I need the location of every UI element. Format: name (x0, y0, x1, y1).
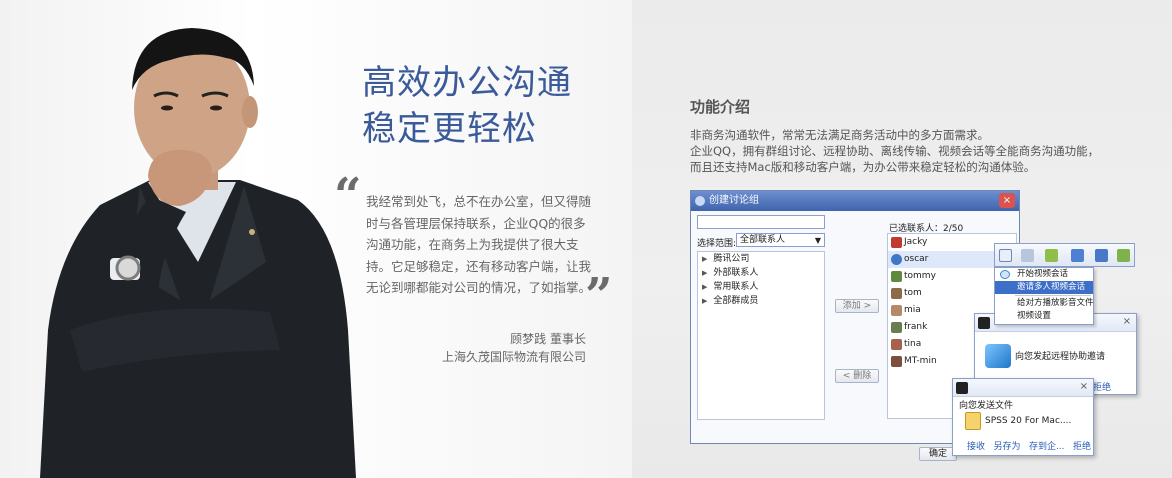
features-panel: 功能介绍 非商务沟通软件，常常无法满足商务活动中的多方面需求。 企业QQ，拥有群… (632, 0, 1172, 478)
zip-file-icon (965, 412, 981, 430)
microphone-icon[interactable] (1021, 249, 1034, 262)
menu-item-video-settings[interactable]: 视频设置 (995, 310, 1093, 323)
menu-item-multi-video[interactable]: 邀请多人视频会话 (995, 281, 1093, 294)
menu-item-play-media[interactable]: 给对方播放影音文件 (995, 297, 1094, 310)
remote-assist-icon (985, 344, 1011, 368)
file-actions: 接收 另存为 存到企... 拒绝 (967, 439, 1091, 452)
avatar (891, 305, 902, 316)
triangle-right-icon: ▶ (702, 297, 708, 305)
file-transfer-popup: × 向您发送文件 SPSS 20 For Mac.... 接收 另存为 存到企.… (952, 378, 1094, 456)
video-chat-icon (1000, 270, 1010, 279)
save-as-link[interactable]: 另存为 (993, 439, 1020, 452)
tree-item[interactable]: ▶ 腾讯公司 (698, 252, 824, 266)
author-company: 上海久茂国际物流有限公司 (441, 350, 586, 364)
features-desc-line-2: 企业QQ，拥有群组讨论、远程协助、离线传输、视频会话等全能商务沟通功能，而且还支… (690, 144, 1100, 174)
triangle-right-icon: ▶ (702, 283, 708, 291)
close-button[interactable]: × (999, 193, 1015, 208)
folder-icon[interactable] (1045, 249, 1058, 262)
avatar (891, 356, 902, 367)
receive-link[interactable]: 接收 (967, 439, 985, 452)
dialog-titlebar: 创建讨论组 × (691, 191, 1019, 211)
scope-label: 选择范围: (697, 239, 737, 249)
mail-icon[interactable] (1095, 249, 1108, 262)
contact-tree: ▶ 腾讯公司 ▶ 外部联系人 ▶ 常用联系人 ▶ 全部群成员 (697, 251, 825, 420)
tree-item[interactable]: ▶ 全部群成员 (698, 294, 824, 308)
businessman-photo (40, 28, 356, 478)
close-icon[interactable]: × (1123, 316, 1131, 327)
features-desc-line-1: 非商务沟通软件，常常无法满足商务活动中的多方面需求。 (690, 128, 989, 142)
headline-line-1: 高效办公沟通 (362, 63, 572, 103)
author-name: 顾梦践 董事长 (510, 332, 586, 346)
file-transfer-title: 向您发送文件 (959, 401, 1014, 411)
headline-line-2: 稳定更轻松 (362, 109, 537, 149)
hero-panel: 高效办公沟通 稳定更轻松 “ 我经常到处飞，总不在办公室，但又得随时与各管理层保… (0, 0, 632, 478)
app-icon (695, 196, 705, 206)
screen-share-icon[interactable] (1071, 249, 1084, 262)
remote-assist-message: 向您发起远程协助邀请 (1015, 352, 1106, 362)
qq-logo-icon (978, 317, 990, 329)
menu-item-start-video[interactable]: 开始视频会话 (995, 268, 1093, 281)
chat-toolbar (994, 243, 1135, 267)
tree-item[interactable]: ▶ 外部联系人 (698, 266, 824, 280)
triangle-right-icon: ▶ (702, 269, 708, 277)
add-button[interactable]: 添加 > (835, 299, 879, 313)
features-description: 非商务沟通软件，常常无法满足商务活动中的多方面需求。 企业QQ，拥有群组讨论、远… (690, 127, 1110, 175)
search-input[interactable] (697, 215, 825, 229)
avatar (891, 288, 902, 299)
avatar (891, 339, 902, 350)
features-title: 功能介绍 (690, 98, 751, 116)
avatar (891, 271, 902, 282)
close-icon[interactable]: × (1080, 381, 1088, 392)
video-menu: 开始视频会话 邀请多人视频会话 给对方播放影音文件 视频设置 (994, 267, 1094, 325)
reject-link[interactable]: 拒绝 (1093, 380, 1111, 393)
video-camera-icon[interactable] (999, 249, 1012, 262)
avatar (891, 254, 902, 265)
menu-divider (1015, 295, 1091, 296)
apps-icon[interactable] (1117, 249, 1130, 262)
reject-file-link[interactable]: 拒绝 (1073, 439, 1091, 452)
avatar (891, 322, 902, 333)
qq-logo-icon (956, 382, 968, 394)
testimonial-author: 顾梦践 董事长 上海久茂国际物流有限公司 (390, 330, 586, 366)
close-quote-icon: ” (585, 268, 613, 324)
popup-header: × (953, 379, 1093, 397)
avatar (891, 237, 902, 248)
scope-select[interactable]: 全部联系人 ▼ (736, 233, 825, 247)
tree-item[interactable]: ▶ 常用联系人 (698, 280, 824, 294)
headline: 高效办公沟通 稳定更轻松 (362, 60, 572, 152)
testimonial-quote: 我经常到处飞，总不在办公室，但又得随时与各管理层保持联系，企业QQ的很多沟通功能… (366, 194, 592, 295)
dialog-title: 创建讨论组 (709, 195, 759, 206)
remove-button[interactable]: < 删除 (835, 369, 879, 383)
scope-value: 全部联系人 (740, 235, 786, 245)
chevron-down-icon: ▼ (814, 236, 821, 245)
open-quote-icon: “ (334, 168, 362, 224)
triangle-right-icon: ▶ (702, 255, 708, 263)
save-to-enterprise-link[interactable]: 存到企... (1029, 439, 1065, 452)
file-name: SPSS 20 For Mac.... (985, 416, 1072, 426)
